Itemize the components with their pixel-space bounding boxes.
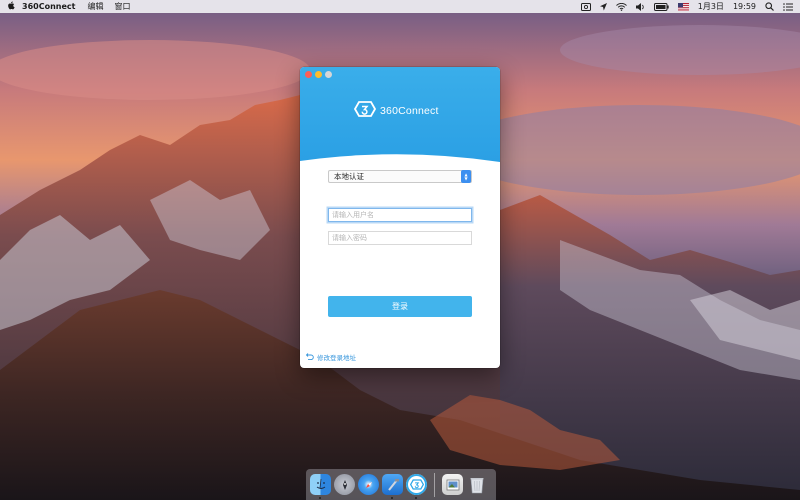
- username-input[interactable]: [328, 208, 472, 222]
- 360connect-logo-icon: [353, 101, 377, 121]
- launchpad-icon[interactable]: [334, 474, 355, 495]
- window-minimize-button[interactable]: [315, 71, 322, 78]
- 360connect-icon[interactable]: [406, 474, 427, 499]
- apple-menu-icon[interactable]: [0, 1, 22, 13]
- login-button[interactable]: 登录: [328, 296, 472, 317]
- screen-mirror-icon[interactable]: [580, 2, 591, 12]
- window-zoom-button[interactable]: [325, 71, 332, 78]
- menu-clock[interactable]: 19:59: [733, 2, 756, 11]
- select-arrows-icon: ▲ ▼: [461, 170, 471, 183]
- menu-window[interactable]: 窗口: [114, 1, 130, 12]
- password-input[interactable]: [328, 231, 472, 245]
- window-close-button[interactable]: [305, 71, 312, 78]
- change-login-address-link[interactable]: 修改登录地址: [305, 352, 356, 362]
- dock-separator: [434, 472, 435, 497]
- volume-icon[interactable]: [635, 2, 645, 12]
- location-icon[interactable]: [599, 2, 607, 12]
- running-indicator: [415, 497, 417, 499]
- header-wave: [300, 154, 500, 167]
- preview-icon[interactable]: [442, 474, 463, 495]
- running-indicator: [319, 497, 321, 499]
- notification-center-icon[interactable]: [783, 2, 793, 12]
- us-flag-icon[interactable]: [677, 2, 689, 12]
- dock: [306, 469, 496, 500]
- undo-arrow-icon: [305, 352, 314, 362]
- wifi-icon[interactable]: [615, 2, 627, 12]
- auth-method-select[interactable]: 本地认证 ▲ ▼: [328, 170, 472, 183]
- menu-bar: 360Connect 编辑 窗口 1月3日 19:59: [0, 0, 800, 13]
- safari-icon[interactable]: [358, 474, 379, 495]
- change-address-label: 修改登录地址: [317, 354, 356, 362]
- auth-method-value: 本地认证: [334, 172, 364, 181]
- menu-date[interactable]: 1月3日: [698, 1, 724, 12]
- search-icon[interactable]: [765, 2, 774, 12]
- window-header: 360Connect: [300, 67, 500, 167]
- logo-text: 360Connect: [380, 105, 439, 117]
- app-logo: 360Connect: [353, 101, 439, 121]
- running-indicator: [391, 497, 393, 499]
- menu-edit[interactable]: 编辑: [87, 1, 103, 12]
- finder-icon[interactable]: [310, 474, 331, 499]
- xcode-icon[interactable]: [382, 474, 403, 499]
- login-window: 360Connect 本地认证 ▲▼ 登录 修改登录地址: [300, 67, 500, 368]
- trash-icon[interactable]: [466, 474, 487, 495]
- battery-icon[interactable]: [653, 2, 669, 12]
- app-menu[interactable]: 360Connect: [22, 2, 75, 11]
